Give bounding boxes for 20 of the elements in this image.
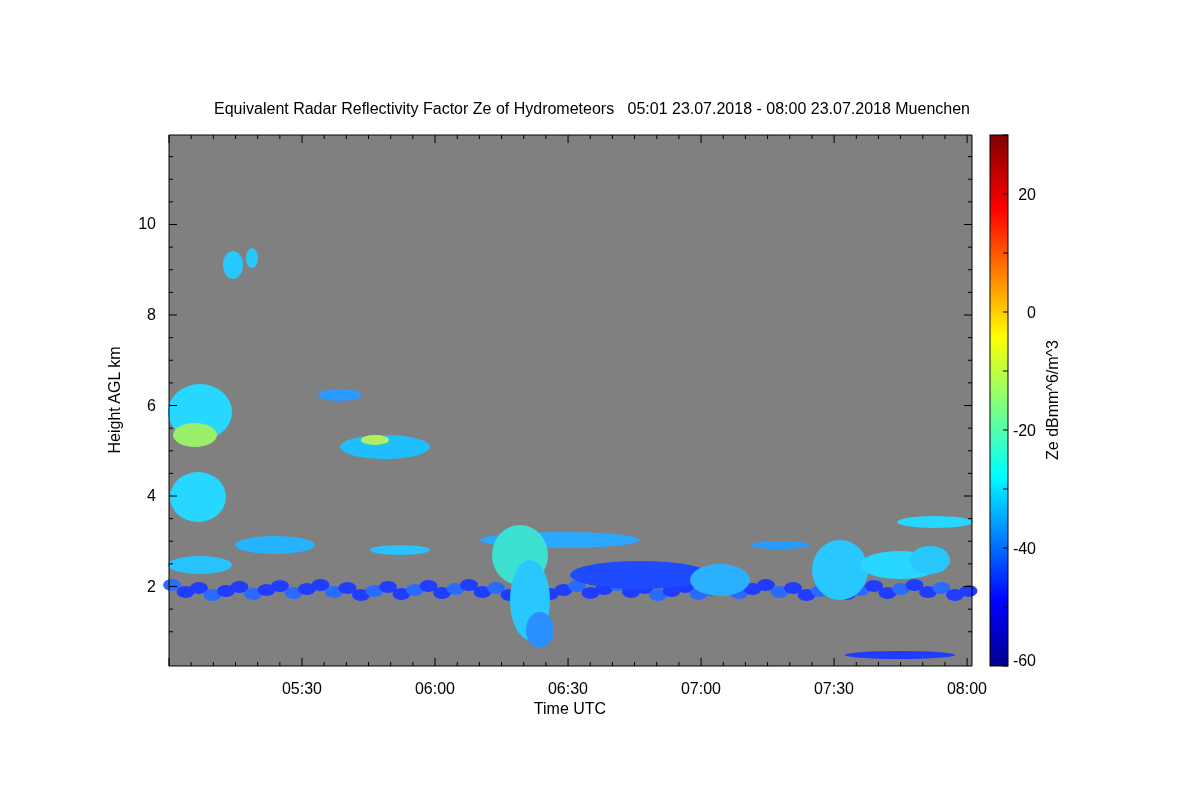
color-scale-label: -40 bbox=[1012, 540, 1036, 557]
color-scale-label: -20 bbox=[1012, 422, 1036, 439]
x-tick-label: 05:30 bbox=[282, 680, 322, 697]
chart-title: Equivalent Radar Reflectivity Factor Ze of Hydrometeors 05:01 23.07.2018 - 08:00 23.07.2018 Muenchen bbox=[214, 100, 970, 117]
x-tick-label: 08:00 bbox=[947, 680, 987, 697]
x-tick-label: 06:30 bbox=[548, 680, 588, 697]
x-axis-label: Time UTC bbox=[533, 700, 607, 717]
y-tick-label: 10 bbox=[138, 215, 156, 232]
y-tick-label: 6 bbox=[147, 397, 156, 414]
y-tick-label: 4 bbox=[147, 487, 156, 504]
color-scale-title: Ze dBmm^6/m^3 bbox=[1044, 340, 1061, 460]
x-tick-label: 06:00 bbox=[415, 680, 455, 697]
y-axis-label: Height AGL km bbox=[106, 346, 123, 454]
color-scale-label: 0 bbox=[1027, 304, 1036, 321]
color-scale-label: -60 bbox=[1012, 652, 1036, 669]
x-tick-label: 07:00 bbox=[681, 680, 721, 697]
x-tick-label: 07:30 bbox=[814, 680, 854, 697]
y-tick-label: 8 bbox=[147, 306, 156, 323]
y-tick-label: 2 bbox=[147, 578, 156, 595]
color-scale-label: 20 bbox=[1018, 186, 1036, 203]
